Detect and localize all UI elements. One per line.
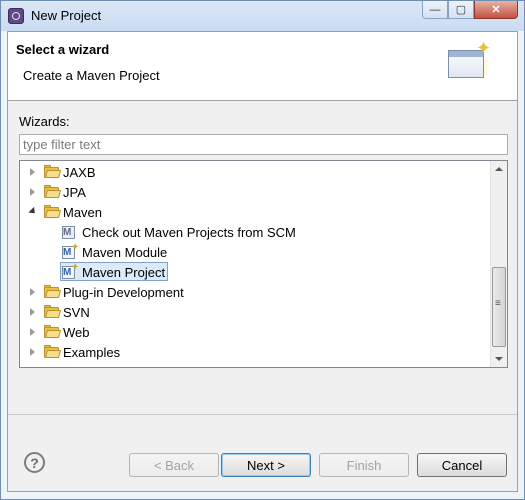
tree-item-checkout-scm[interactable]: M Check out Maven Projects from SCM bbox=[20, 222, 490, 242]
finish-button[interactable]: Finish bbox=[319, 453, 409, 477]
scroll-down-arrow-icon[interactable] bbox=[495, 357, 503, 361]
wizard-title: Select a wizard bbox=[16, 42, 110, 57]
wizard-header: Select a wizard Create a Maven Project ✦ bbox=[8, 32, 517, 101]
window-controls: — ▢ ✕ bbox=[422, 1, 518, 19]
tree-item-label: Plug-in Development bbox=[63, 284, 184, 300]
back-button[interactable]: < Back bbox=[129, 453, 219, 477]
close-button[interactable]: ✕ bbox=[474, 1, 518, 19]
expand-arrow-icon[interactable] bbox=[30, 188, 35, 196]
minimize-button[interactable]: — bbox=[422, 1, 448, 19]
expand-arrow-icon[interactable] bbox=[30, 288, 35, 296]
button-bar-separator bbox=[8, 414, 517, 415]
maven-scm-icon: M bbox=[62, 224, 78, 240]
tree-item-label: Examples bbox=[63, 344, 121, 360]
collapse-arrow-icon[interactable] bbox=[28, 206, 38, 217]
maximize-button[interactable]: ▢ bbox=[448, 1, 474, 19]
wizard-tree[interactable]: JAXB JPA Maven M Check out Maven Project… bbox=[19, 160, 508, 368]
expand-arrow-icon[interactable] bbox=[30, 168, 35, 176]
folder-icon bbox=[44, 185, 62, 198]
tree-item-web[interactable]: Web bbox=[20, 322, 490, 342]
filter-input[interactable] bbox=[19, 134, 508, 155]
tree-item-svn[interactable]: SVN bbox=[20, 302, 490, 322]
maven-project-icon: M ✦ bbox=[62, 262, 80, 279]
tree-item-label: Web bbox=[63, 324, 90, 340]
folder-icon bbox=[44, 205, 62, 218]
next-button[interactable]: Next > bbox=[221, 453, 311, 477]
folder-icon bbox=[44, 325, 62, 338]
eclipse-app-icon bbox=[8, 8, 24, 24]
tree-item-label: Maven bbox=[63, 204, 103, 220]
dialog-client-area: Select a wizard Create a Maven Project ✦… bbox=[7, 31, 518, 492]
title-bar[interactable]: New Project — ▢ ✕ bbox=[1, 1, 524, 31]
folder-icon bbox=[44, 165, 62, 178]
tree-item-label: Maven Project bbox=[82, 264, 166, 280]
tree-item-label: JPA bbox=[63, 184, 86, 200]
maven-module-icon: M ✦ bbox=[62, 242, 80, 259]
folder-icon bbox=[44, 345, 62, 358]
tree-item-label: Maven Module bbox=[82, 244, 168, 260]
tree-item-label: Check out Maven Projects from SCM bbox=[82, 224, 296, 240]
new-project-window: New Project — ▢ ✕ Select a wizard Create… bbox=[0, 0, 525, 500]
tree-item-jpa[interactable]: JPA bbox=[20, 182, 490, 202]
tree-scrollbar[interactable] bbox=[490, 161, 507, 367]
folder-icon bbox=[44, 305, 62, 318]
tree-item-plugin-development[interactable]: Plug-in Development bbox=[20, 282, 490, 302]
expand-arrow-icon[interactable] bbox=[30, 328, 35, 336]
help-icon[interactable]: ? bbox=[24, 452, 45, 473]
cancel-button[interactable]: Cancel bbox=[417, 453, 507, 477]
tree-item-maven-project[interactable]: M ✦ Maven Project bbox=[20, 262, 490, 282]
wizard-banner-icon: ✦ bbox=[446, 38, 491, 84]
tree-item-label: SVN bbox=[63, 304, 90, 320]
tree-item-jaxb[interactable]: JAXB bbox=[20, 162, 490, 182]
tree-item-maven[interactable]: Maven bbox=[20, 202, 490, 222]
window-title: New Project bbox=[31, 8, 102, 23]
wizard-message: Create a Maven Project bbox=[23, 68, 160, 83]
wizards-label: Wizards: bbox=[19, 114, 70, 129]
expand-arrow-icon[interactable] bbox=[30, 348, 35, 356]
expand-arrow-icon[interactable] bbox=[30, 308, 35, 316]
scrollbar-thumb[interactable] bbox=[492, 267, 506, 347]
tree-item-maven-module[interactable]: M ✦ Maven Module bbox=[20, 242, 490, 262]
folder-icon bbox=[44, 285, 62, 298]
tree-item-label: JAXB bbox=[63, 164, 96, 180]
tree-item-examples[interactable]: Examples bbox=[20, 342, 490, 362]
scroll-up-arrow-icon[interactable] bbox=[495, 167, 503, 171]
